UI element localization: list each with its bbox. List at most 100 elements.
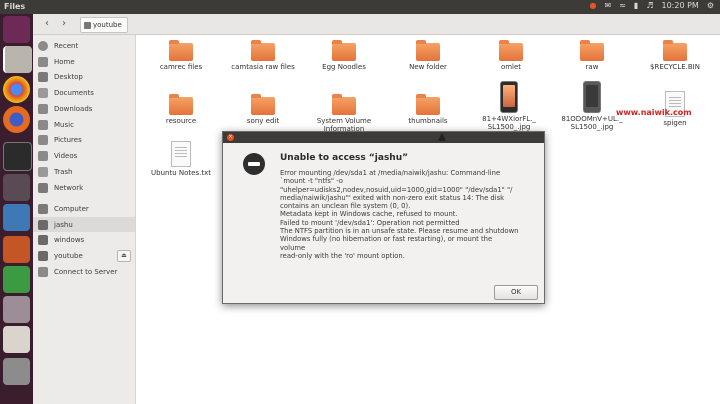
file-item[interactable]: sony edit bbox=[228, 94, 298, 125]
message-line: Metadata kept in Windows cache, refused … bbox=[280, 210, 458, 219]
sidebar-item-label: windows bbox=[54, 235, 85, 244]
sidebar-item-label: youtube bbox=[54, 251, 83, 260]
terminal-icon[interactable] bbox=[3, 142, 32, 171]
folder-icon bbox=[663, 40, 687, 61]
sidebar-item-label: Videos bbox=[54, 151, 78, 160]
impress-icon[interactable] bbox=[3, 236, 30, 263]
drive-icon bbox=[38, 250, 48, 261]
sidebar-item-videos[interactable]: Videos bbox=[33, 148, 135, 163]
sidebar-item-documents[interactable]: Documents bbox=[33, 85, 135, 100]
sidebar-item-connect-to-server[interactable]: Connect to Server bbox=[33, 264, 135, 279]
ok-button[interactable]: OK bbox=[494, 285, 538, 300]
file-label: omlet bbox=[500, 63, 522, 71]
sidebar-item-label: Documents bbox=[54, 88, 94, 97]
file-item[interactable]: 81ODOMnV+UL._ SL1500_.jpg bbox=[557, 81, 627, 131]
wifi-icon[interactable]: ≈ bbox=[619, 1, 626, 10]
sidebar-item-network[interactable]: Network bbox=[33, 180, 135, 195]
settings-icon[interactable] bbox=[3, 296, 30, 323]
record-icon[interactable]: ● bbox=[590, 1, 597, 10]
sidebar-item-downloads[interactable]: Downloads bbox=[33, 101, 135, 116]
watermark-text: www.naiwik.com bbox=[616, 108, 692, 117]
drive-icon bbox=[38, 234, 48, 245]
file-item[interactable]: 81+4WXiorFL._ SL1500_.jpg bbox=[474, 81, 544, 131]
file-item[interactable]: camtasia raw files bbox=[228, 40, 298, 71]
message-line: read-only with the 'ro' mount option. bbox=[280, 251, 405, 260]
writer-icon[interactable] bbox=[3, 204, 30, 231]
sidebar-item-windows[interactable]: windows bbox=[33, 232, 135, 247]
file-label-line2: SL1500_.jpg bbox=[570, 123, 614, 131]
sidebar-item-pictures[interactable]: Pictures bbox=[33, 132, 135, 147]
file-item[interactable]: New folder bbox=[393, 40, 463, 71]
documents-icon bbox=[38, 87, 48, 98]
folder-icon bbox=[251, 94, 275, 115]
eject-icon[interactable]: ⏏ bbox=[117, 250, 131, 262]
music-icon bbox=[38, 119, 48, 130]
ubuntu-dash-icon[interactable] bbox=[3, 16, 30, 43]
sidebar-item-label: Computer bbox=[54, 204, 89, 213]
system-tray: ● ✉ ≈ ▮ ♬ 10:20 PM ⚙ bbox=[590, 1, 714, 10]
file-item[interactable]: thumbnails bbox=[393, 94, 463, 125]
sidebar-item-label: Trash bbox=[54, 167, 73, 176]
server-icon bbox=[38, 266, 48, 277]
breadcrumb-youtube[interactable]: youtube bbox=[80, 17, 128, 33]
file-label: 81+4WXiorFL._ bbox=[482, 115, 536, 123]
sidebar-item-label: Music bbox=[54, 120, 74, 129]
file-item[interactable]: Ubuntu Notes.txt bbox=[146, 141, 216, 177]
file-label: System Volume bbox=[316, 117, 372, 125]
document-icon bbox=[171, 141, 191, 167]
battery-icon[interactable]: ▮ bbox=[634, 1, 638, 10]
folder-icon bbox=[416, 94, 440, 115]
image-thumbnail-icon bbox=[583, 81, 601, 113]
gear-icon[interactable]: ⚙ bbox=[707, 1, 714, 10]
file-label: New folder bbox=[409, 63, 447, 71]
file-label: Ubuntu Notes.txt bbox=[151, 169, 211, 177]
drive-icon bbox=[38, 219, 48, 230]
sidebar-item-label: Network bbox=[54, 183, 84, 192]
file-label: spigen bbox=[663, 119, 687, 127]
sidebar-item-jashu[interactable]: jashu bbox=[33, 217, 135, 232]
clock-text[interactable]: 10:20 PM bbox=[662, 1, 699, 10]
text-editor-icon[interactable] bbox=[3, 326, 30, 353]
downloads-icon bbox=[38, 103, 48, 114]
forward-button[interactable]: › bbox=[57, 17, 71, 31]
video-editor-icon[interactable] bbox=[3, 174, 30, 201]
file-item[interactable]: omlet bbox=[476, 40, 546, 71]
message-line: contains an unclean file system (0, 0). bbox=[280, 202, 411, 211]
back-button[interactable]: ‹ bbox=[40, 17, 54, 31]
disk-icon[interactable] bbox=[3, 358, 30, 385]
error-icon bbox=[243, 153, 265, 175]
sidebar-item-label: Pictures bbox=[54, 135, 82, 144]
file-item[interactable]: Egg Noodles bbox=[309, 40, 379, 71]
folder-icon bbox=[169, 94, 193, 115]
file-label: $RECYCLE.BIN bbox=[650, 63, 700, 71]
sidebar-item-trash[interactable]: Trash bbox=[33, 164, 135, 179]
file-item[interactable]: System Volume Information bbox=[309, 94, 379, 133]
volume-icon[interactable]: ♬ bbox=[646, 1, 653, 10]
calc-icon[interactable] bbox=[3, 266, 30, 293]
close-icon[interactable]: × bbox=[227, 134, 234, 141]
firefox-icon[interactable] bbox=[3, 106, 30, 133]
sidebar-item-desktop[interactable]: Desktop bbox=[33, 69, 135, 84]
file-item[interactable]: resource bbox=[146, 94, 216, 125]
chrome-icon[interactable] bbox=[3, 76, 30, 103]
pictures-icon bbox=[38, 134, 48, 145]
sidebar-item-music[interactable]: Music bbox=[33, 117, 135, 132]
file-item[interactable]: camrec files bbox=[146, 40, 216, 71]
dialog-titlebar: × bbox=[223, 132, 544, 143]
message-line: Failed to mount '/dev/sda1': Operation n… bbox=[280, 218, 460, 227]
sidebar-item-computer[interactable]: Computer bbox=[33, 201, 135, 216]
home-icon bbox=[38, 56, 48, 67]
mail-icon[interactable]: ✉ bbox=[605, 1, 612, 10]
desktop-icon bbox=[38, 71, 48, 82]
clock-icon bbox=[38, 40, 48, 51]
launcher bbox=[0, 14, 33, 404]
file-item[interactable]: raw bbox=[557, 40, 627, 71]
drive-icon bbox=[84, 21, 91, 29]
file-item[interactable]: $RECYCLE.BIN bbox=[640, 40, 710, 71]
sidebar-item-home[interactable]: Home bbox=[33, 54, 135, 69]
sidebar-item-recent[interactable]: Recent bbox=[33, 38, 135, 53]
message-line: The NTFS partition is in an unsafe state… bbox=[280, 227, 519, 236]
files-app-icon[interactable] bbox=[3, 46, 32, 73]
file-manager-toolbar: ‹ › youtube bbox=[33, 14, 720, 35]
sidebar-item-youtube[interactable]: youtube ⏏ bbox=[33, 248, 135, 263]
